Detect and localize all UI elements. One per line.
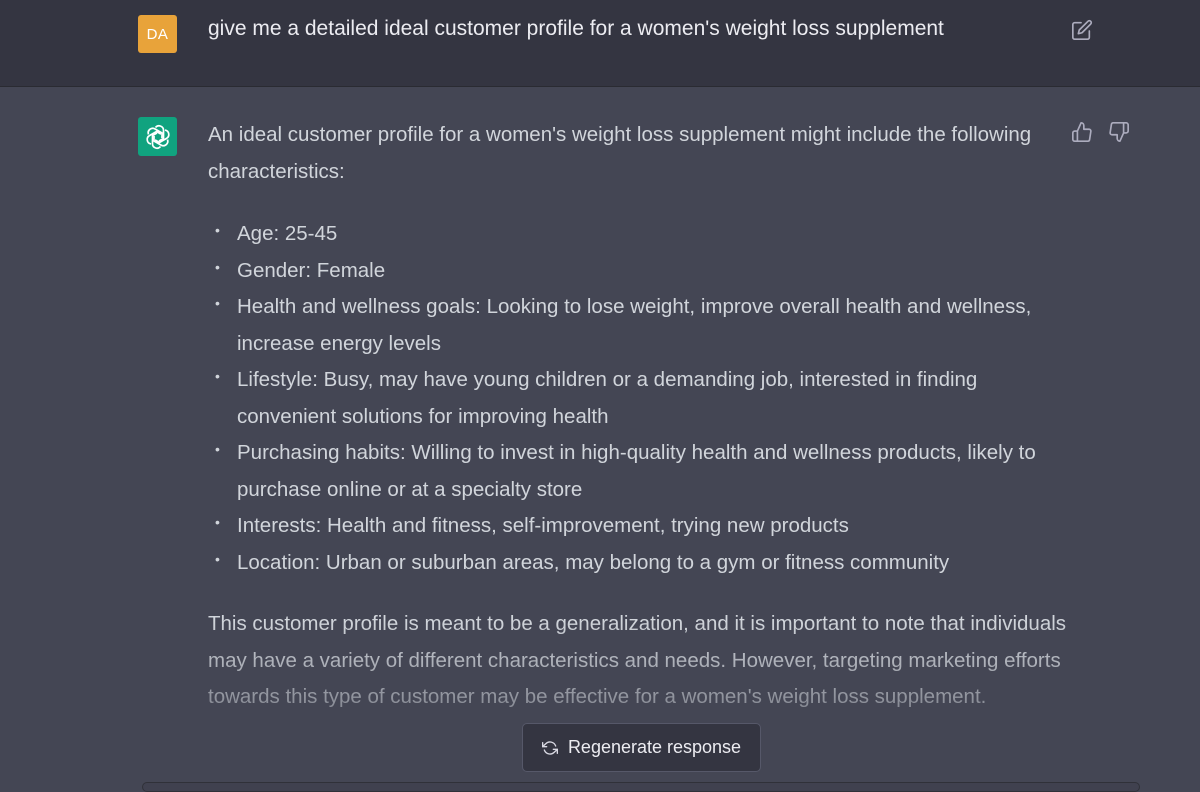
regenerate-label: Regenerate response [567,737,742,757]
regenerate-response-button[interactable]: Regenerate response [522,723,761,772]
openai-logo-icon [145,124,170,149]
list-item: Gender: Female [215,249,1068,290]
assistant-message-text: An ideal customer profile for a women's … [208,117,1068,716]
thumbs-up-icon[interactable] [1071,121,1093,143]
characteristics-list: Age: 25-45 Gender: Female Health and wel… [208,212,1068,582]
list-item: Health and wellness goals: Looking to lo… [215,285,1068,362]
assistant-message-row: An ideal customer profile for a women's … [0,87,1200,788]
user-message-row: DA give me a detailed ideal customer pro… [0,0,1200,86]
user-avatar: DA [138,15,177,53]
assistant-conclusion: This customer profile is meant to be a g… [208,612,1067,708]
thumbs-down-icon[interactable] [1108,121,1130,143]
assistant-avatar [138,117,177,156]
refresh-icon [541,740,558,755]
list-item: Lifestyle: Busy, may have young children… [215,358,1068,435]
assistant-intro: An ideal customer profile for a women's … [208,123,1032,183]
user-message-text: give me a detailed ideal customer profil… [208,17,944,40]
edit-icon[interactable] [1071,19,1093,41]
list-item: Purchasing habits: Willing to invest in … [215,431,1068,508]
list-item: Age: 25-45 [215,212,1068,253]
list-item: Location: Urban or suburban areas, may b… [215,541,1068,582]
chat-input-edge[interactable] [142,782,1140,792]
list-item: Interests: Health and fitness, self-impr… [215,504,1068,545]
